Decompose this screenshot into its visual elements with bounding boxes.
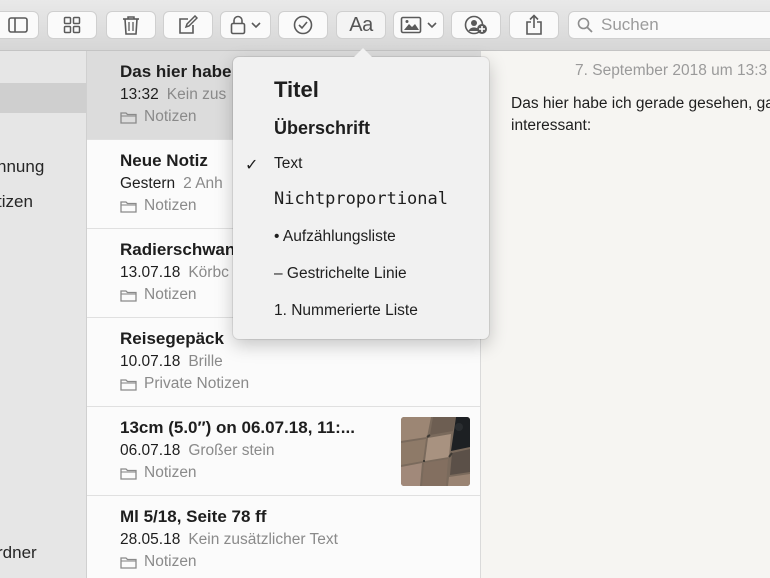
trash-icon [123, 16, 139, 35]
sidebar-item-2[interactable]: tizen [0, 192, 33, 212]
note-folder: Notizen [144, 464, 197, 481]
note-row[interactable]: 13cm (5.0″) on 06.07.18, 11:... 06.07.18… [87, 407, 480, 496]
chevron-down-icon [251, 22, 261, 29]
note-folder: Notizen [144, 553, 197, 570]
note-date: 13.07.18 [120, 264, 181, 281]
sidebar-item-1[interactable]: hnung [0, 157, 44, 177]
editor-body[interactable]: Das hier habe ich gerade gesehen, ganz i… [511, 93, 770, 137]
note-date: 10.07.18 [120, 353, 181, 370]
note-date: 13:32 [120, 86, 159, 103]
menu-item-title[interactable]: Titel [274, 77, 319, 103]
note-title: Neue Notiz [120, 151, 208, 170]
share-icon [526, 14, 542, 35]
new-note-button[interactable] [163, 11, 213, 39]
photo-icon [400, 16, 422, 34]
add-people-button[interactable] [451, 11, 501, 39]
folder-icon [120, 111, 137, 124]
menu-item-body[interactable]: Text [274, 155, 302, 173]
note-title: Das hier habe [120, 62, 232, 81]
share-button[interactable] [509, 11, 559, 39]
format-button[interactable]: Aa [336, 11, 386, 39]
note-title: 13cm (5.0″) on 06.07.18, 11:... [120, 418, 355, 437]
note-date: 06.07.18 [120, 442, 181, 459]
chevron-down-icon [427, 22, 437, 29]
note-folder: Notizen [144, 108, 197, 125]
format-aa-label: Aa [349, 13, 373, 36]
note-editor[interactable]: 7. September 2018 um 13:3 Das hier habe … [481, 51, 770, 578]
editor-date: 7. September 2018 um 13:3 [575, 62, 768, 79]
checkmark-circle-icon [293, 15, 313, 35]
note-snippet: Körbc [188, 264, 229, 281]
menu-item-heading[interactable]: Überschrift [274, 118, 370, 139]
media-button[interactable] [393, 11, 444, 39]
note-snippet: Brille [188, 353, 223, 370]
note-title: Radierschwan [120, 240, 236, 259]
delete-button[interactable] [106, 11, 156, 39]
note-date: 28.05.18 [120, 531, 181, 548]
search-placeholder: Suchen [601, 15, 659, 34]
menu-item-dashed-list[interactable]: – Gestrichelte Linie [274, 265, 407, 283]
note-snippet: 2 Anh [183, 175, 223, 192]
toolbar: Aa Suchen [0, 0, 770, 51]
note-folder: Notizen [144, 197, 197, 214]
note-date: Gestern [120, 175, 176, 192]
sidebar: hnung tizen rdner [0, 51, 87, 578]
grid-icon [63, 16, 81, 34]
checkmark-icon: ✓ [245, 157, 259, 174]
sidebar-new-folder[interactable]: rdner [0, 543, 37, 563]
menu-item-bulleted-list[interactable]: • Aufzählungsliste [274, 228, 396, 246]
note-thumbnail [401, 417, 470, 486]
note-snippet: Kein zusätzlicher Text [188, 531, 338, 548]
lock-icon [230, 15, 246, 35]
folder-icon [120, 467, 137, 480]
folder-icon [120, 556, 137, 569]
sidebar-selected-item[interactable] [0, 83, 86, 113]
lock-button[interactable] [220, 11, 271, 39]
menu-item-numbered-list[interactable]: 1. Nummerierte Liste [274, 302, 418, 320]
note-folder: Notizen [144, 286, 197, 303]
checklist-button[interactable] [278, 11, 328, 39]
note-folder: Private Notizen [144, 375, 250, 392]
search-field[interactable]: Suchen [568, 11, 770, 39]
menu-item-monospaced[interactable]: Nichtproportional [274, 189, 448, 209]
format-menu: Titel Überschrift ✓ Text Nichtproportion… [233, 48, 489, 339]
note-row[interactable]: Ml 5/18, Seite 78 ff 28.05.18 Kein zusätz… [87, 496, 480, 578]
note-title: Reisegepäck [120, 329, 224, 348]
gallery-view-button[interactable] [47, 11, 97, 39]
folder-icon [120, 378, 137, 391]
note-title: Ml 5/18, Seite 78 ff [120, 507, 267, 526]
folder-icon [120, 200, 137, 213]
sidebar-toggle-button[interactable] [0, 11, 39, 39]
sidebar-icon [7, 17, 28, 33]
folder-icon [120, 289, 137, 302]
add-person-icon [464, 15, 487, 35]
note-snippet: Kein zus [166, 86, 227, 103]
compose-icon [179, 15, 198, 34]
note-snippet: Großer stein [188, 442, 275, 459]
search-icon [577, 17, 593, 33]
